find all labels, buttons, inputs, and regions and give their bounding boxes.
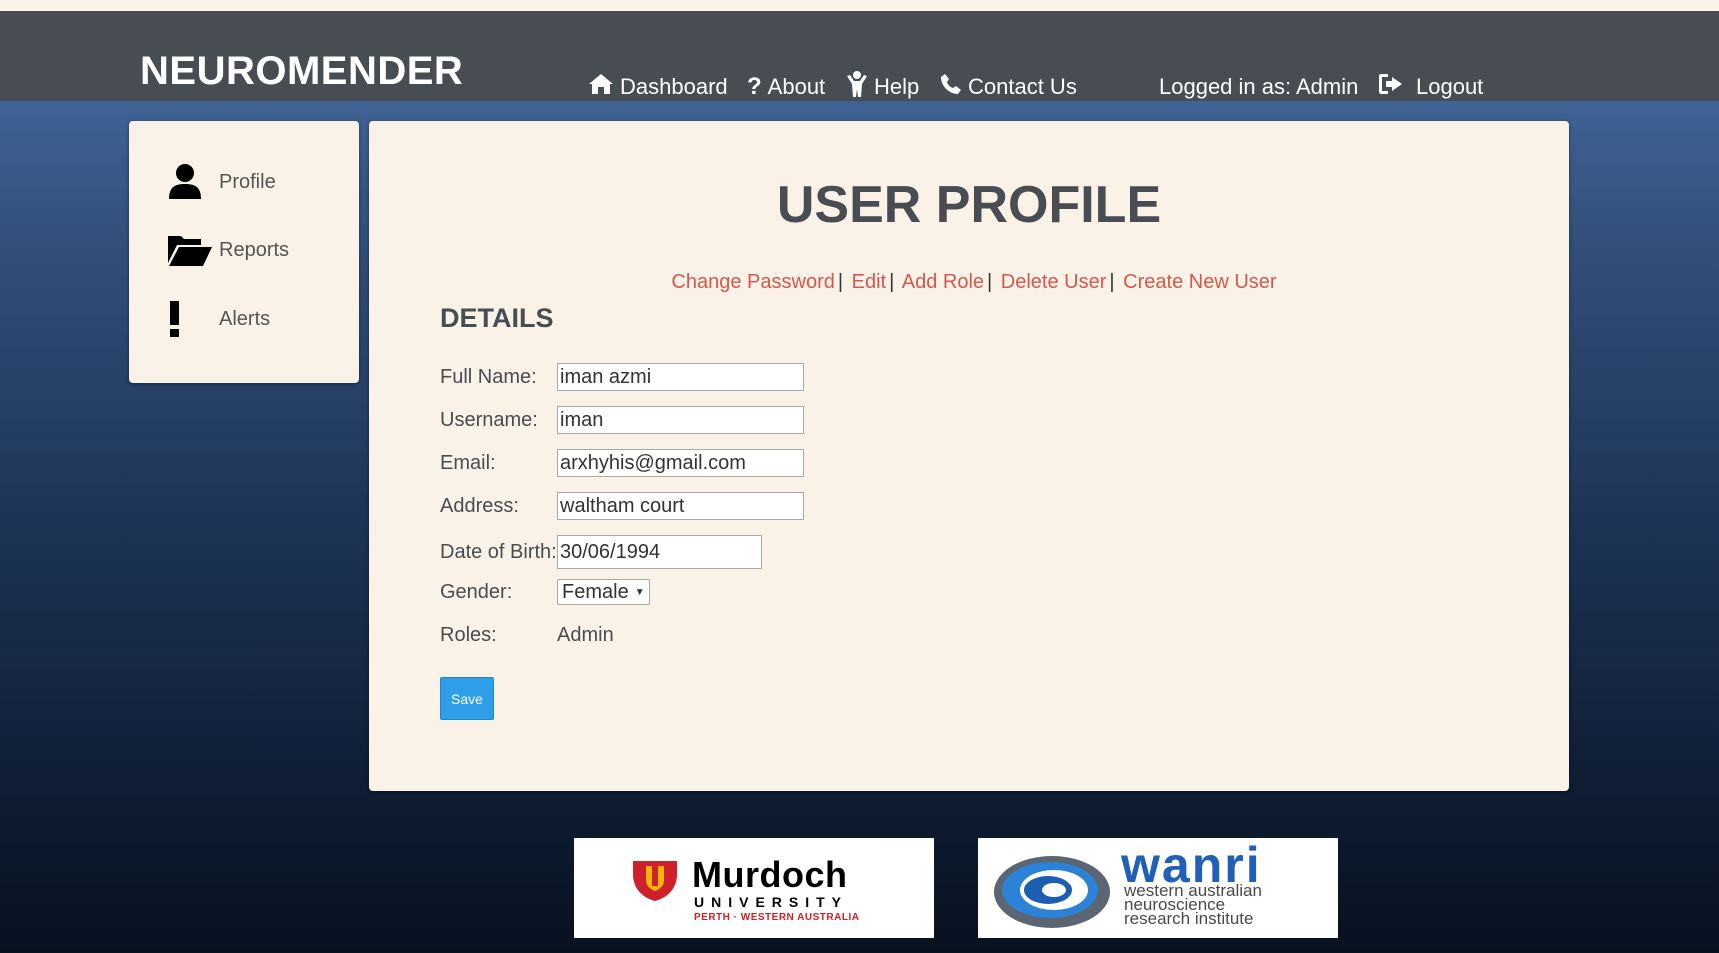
delete-user-link[interactable]: Delete User xyxy=(1001,271,1107,293)
nav-contact-us[interactable]: Contact Us xyxy=(940,71,1077,103)
full-name-row: Full Name: xyxy=(440,363,804,391)
nav-help-label: Help xyxy=(874,74,920,99)
address-input[interactable] xyxy=(557,492,804,520)
save-button[interactable]: Save xyxy=(440,677,494,720)
wanri-line3: research institute xyxy=(1124,909,1254,928)
dob-input[interactable] xyxy=(557,535,762,569)
gender-value: Female xyxy=(562,580,629,603)
username-input[interactable] xyxy=(557,406,804,434)
create-new-user-link[interactable]: Create New User xyxy=(1123,271,1276,293)
roles-row: Roles: Admin xyxy=(440,621,614,649)
full-name-label: Full Name: xyxy=(440,365,537,388)
sidebar-item-label: Profile xyxy=(219,170,276,193)
murdoch-name: Murdoch xyxy=(692,854,848,895)
gender-row: Gender: Female ▼ xyxy=(440,578,650,606)
logout-label: Logout xyxy=(1416,74,1484,99)
navbar: NEUROMENDER Dashboard ? About Help Conta… xyxy=(0,11,1719,101)
help-person-icon xyxy=(846,70,868,104)
murdoch-crest-icon xyxy=(633,861,677,901)
sidebar: Profile Reports Alerts xyxy=(129,121,359,383)
chevron-down-icon: ▼ xyxy=(634,586,645,598)
address-label: Address: xyxy=(440,494,519,517)
edit-link[interactable]: Edit xyxy=(852,271,886,293)
profile-panel: USER PROFILE Change Password | Edit | Add … xyxy=(369,121,1569,791)
sidebar-item-alerts[interactable]: Alerts xyxy=(167,301,270,337)
roles-value: Admin xyxy=(557,623,614,646)
username-label: Username: xyxy=(440,408,538,431)
question-icon: ? xyxy=(747,73,762,100)
profile-actions: Change Password | Edit | Add Role | Delete … xyxy=(369,271,1569,294)
nav-about[interactable]: ? About xyxy=(747,71,825,103)
nav-help[interactable]: Help xyxy=(846,71,919,103)
email-row: Email: xyxy=(440,449,804,477)
gender-label: Gender: xyxy=(440,580,513,603)
separator: | xyxy=(987,271,993,293)
full-name-input[interactable] xyxy=(557,363,804,391)
sidebar-item-reports[interactable]: Reports xyxy=(167,233,289,267)
sidebar-item-label: Reports xyxy=(219,238,290,261)
brand-logo[interactable]: NEUROMENDER xyxy=(140,49,463,94)
phone-icon xyxy=(940,73,962,101)
separator: | xyxy=(837,271,844,293)
separator: | xyxy=(889,271,895,293)
sidebar-item-profile[interactable]: Profile xyxy=(167,163,276,201)
nav-contact-label: Contact Us xyxy=(968,74,1077,99)
roles-label: Roles: xyxy=(440,623,497,646)
user-icon xyxy=(167,163,219,201)
logged-in-status: Logged in as: Admin xyxy=(1159,74,1359,99)
email-label: Email: xyxy=(440,451,496,474)
dob-label: Date of Birth: xyxy=(440,540,557,563)
email-input[interactable] xyxy=(557,449,804,477)
logout-icon xyxy=(1378,72,1404,102)
nav-dashboard[interactable]: Dashboard xyxy=(588,71,728,103)
add-role-link[interactable]: Add Role xyxy=(902,271,984,293)
wanri-swirl-icon xyxy=(994,856,1110,928)
details-heading: DETAILS xyxy=(440,303,554,333)
change-password-link[interactable]: Change Password xyxy=(671,271,834,293)
page-title: USER PROFILE xyxy=(776,176,1162,234)
dob-row: Date of Birth: xyxy=(440,535,762,569)
separator: | xyxy=(1109,271,1115,293)
top-strip xyxy=(0,0,1719,11)
logout-button[interactable]: Logout xyxy=(1378,71,1483,103)
gender-select[interactable]: Female ▼ xyxy=(557,579,650,605)
murdoch-location: PERTH · WESTERN AUSTRALIA xyxy=(694,912,860,923)
wanri-logo: wanri western australian neuroscience re… xyxy=(978,837,1338,938)
username-row: Username: xyxy=(440,406,804,434)
sidebar-item-label: Alerts xyxy=(219,307,271,330)
murdoch-logo: Murdoch UNIVERSITY PERTH · WESTERN AUSTR… xyxy=(574,838,934,938)
exclamation-icon xyxy=(167,301,219,337)
murdoch-university: UNIVERSITY xyxy=(694,894,849,910)
nav-dashboard-label: Dashboard xyxy=(620,74,728,99)
folder-open-icon xyxy=(167,233,219,267)
address-row: Address: xyxy=(440,492,804,520)
home-icon xyxy=(588,73,614,101)
nav-about-label: About xyxy=(767,74,826,99)
